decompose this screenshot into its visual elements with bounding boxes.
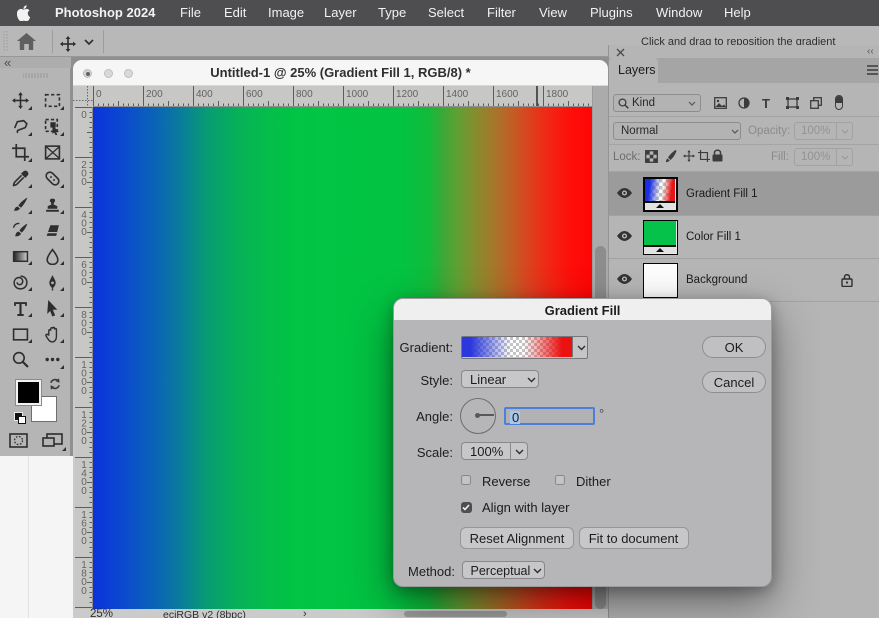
svg-text:600: 600 (246, 89, 263, 100)
svg-text:1200: 1200 (396, 89, 419, 100)
svg-text:1400: 1400 (446, 89, 469, 100)
svg-text:800: 800 (296, 89, 313, 100)
svg-text:0: 0 (81, 486, 87, 497)
svg-text:0: 0 (81, 386, 87, 397)
svg-text:0: 0 (81, 277, 87, 288)
svg-text:0: 0 (96, 89, 102, 100)
svg-text:0: 0 (81, 536, 87, 547)
svg-text:200: 200 (146, 89, 163, 100)
svg-text:1800: 1800 (546, 89, 569, 100)
svg-text:1600: 1600 (496, 89, 519, 100)
svg-text:1000: 1000 (346, 89, 369, 100)
svg-text:0: 0 (81, 110, 87, 121)
svg-text:400: 400 (196, 89, 213, 100)
svg-text:0: 0 (81, 227, 87, 238)
svg-text:0: 0 (81, 177, 87, 188)
svg-text:0: 0 (81, 586, 87, 597)
svg-text:0: 0 (81, 327, 87, 338)
svg-text:0: 0 (81, 436, 87, 447)
